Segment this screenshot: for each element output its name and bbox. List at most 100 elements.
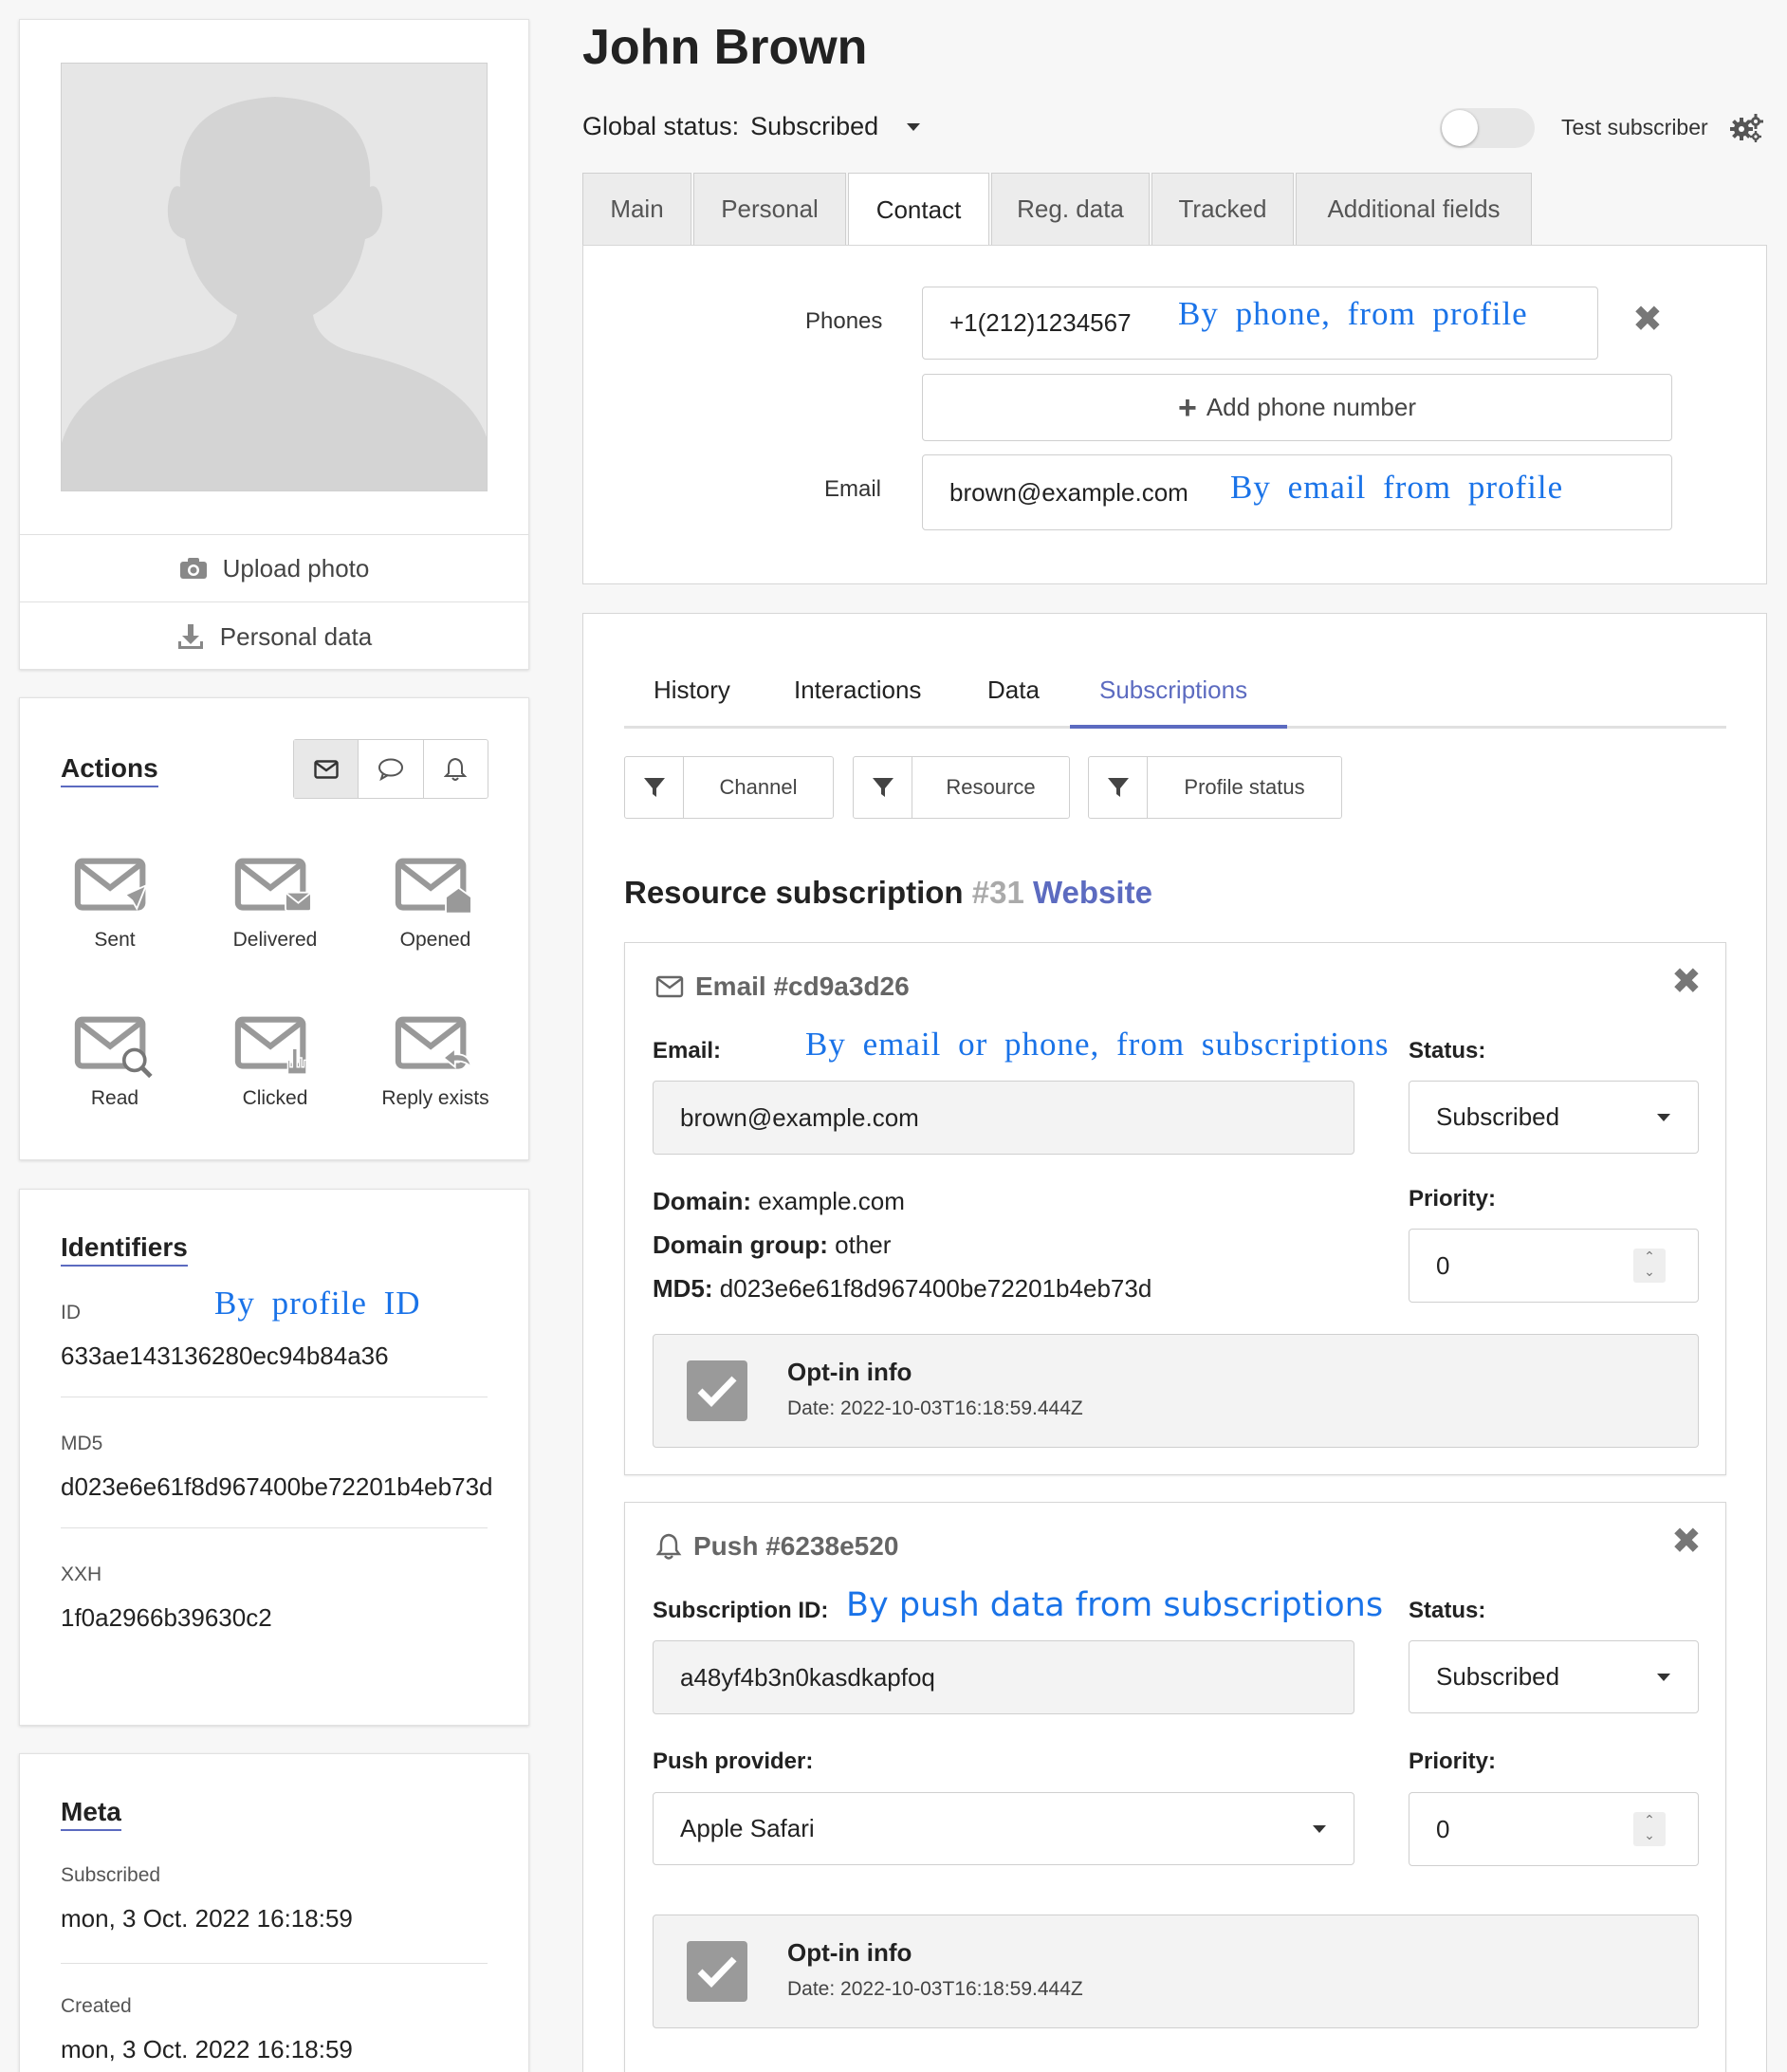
actions-card: Actions Sent Delivered Opened Read Clicked Re… <box>19 697 529 1160</box>
push-sub-id-input[interactable]: a48yf4b3n0kasdkapfoq <box>653 1640 1354 1714</box>
action-label: Sent <box>94 929 136 951</box>
channel-email-button[interactable] <box>294 740 359 798</box>
filter-icon <box>872 778 894 797</box>
tab-additional-fields[interactable]: Additional fields <box>1296 173 1532 245</box>
push-sub-status-select[interactable]: Subscribed <box>1409 1640 1699 1713</box>
domain-label: Domain: <box>653 1187 751 1215</box>
plus-icon: + <box>1177 389 1197 426</box>
email-sub-priority-value: 0 <box>1436 1250 1450 1280</box>
push-provider-select[interactable]: Apple Safari <box>653 1792 1354 1865</box>
actions-title: Actions <box>61 753 158 787</box>
profile-id-annotation: By profile ID <box>214 1285 421 1322</box>
email-label: Email <box>824 476 882 502</box>
action-label: Clicked <box>242 1087 308 1109</box>
settings-gears-icon[interactable] <box>1728 112 1764 149</box>
push-sub-status-label: Status: <box>1409 1598 1486 1623</box>
filter-channel[interactable]: Channel <box>624 756 834 819</box>
action-delivered[interactable]: Delivered <box>218 858 332 952</box>
add-phone-button[interactable]: + Add phone number <box>922 374 1672 441</box>
channel-chat-button[interactable] <box>359 740 424 798</box>
tab-personal[interactable]: Personal <box>693 173 846 245</box>
tab-tracked[interactable]: Tracked <box>1151 173 1294 245</box>
global-status-label: Global status: <box>582 112 740 140</box>
subtab-subscriptions[interactable]: Subscriptions <box>1099 675 1247 705</box>
personal-data-button[interactable]: Personal data <box>20 602 528 671</box>
action-sent[interactable]: Sent <box>58 858 172 952</box>
subtab-interactions[interactable]: Interactions <box>794 675 921 705</box>
remove-push-sub-icon[interactable]: ✖ <box>1671 1524 1702 1560</box>
envelope-icon <box>313 759 339 779</box>
md5-value: d023e6e61f8d967400be72201b4eb73d <box>61 1472 493 1501</box>
action-opened[interactable]: Opened <box>378 858 492 952</box>
email-subscription-card: Email #cd9a3d26 ✖ Email: By email or pho… <box>624 942 1726 1475</box>
chat-bubble-icon <box>378 758 403 781</box>
action-label: Opened <box>399 929 471 951</box>
avatar <box>61 63 488 491</box>
action-label: Delivered <box>232 929 318 951</box>
optin-date: Date: 2022-10-03T16:18:59.444Z <box>787 1978 1083 2000</box>
remove-phone-icon[interactable]: ✖ <box>1632 302 1663 338</box>
md5-value: d023e6e61f8d967400be72201b4eb73d <box>719 1274 1152 1303</box>
caret-down-icon <box>907 122 921 131</box>
tab-main[interactable]: Main <box>582 173 691 245</box>
action-reply-exists[interactable]: Reply exists <box>378 1016 492 1110</box>
id-value: 633ae143136280ec94b84a36 <box>61 1341 389 1370</box>
push-sub-status-value: Subscribed <box>1436 1662 1560 1691</box>
push-sub-header: Push #6238e520 <box>655 1531 898 1562</box>
filter-icon <box>1107 778 1129 797</box>
optin-title: Opt-in info <box>787 1358 912 1386</box>
email-sub-status-value: Subscribed <box>1436 1102 1560 1131</box>
optin-title: Opt-in info <box>787 1938 912 1967</box>
optin-checkbox[interactable] <box>687 1360 747 1421</box>
test-subscriber-toggle[interactable] <box>1440 108 1535 148</box>
envelope-icon <box>655 975 684 998</box>
priority-spinner-icon[interactable]: ⌃ ⌄ <box>1633 1812 1666 1846</box>
tab-reg-data[interactable]: Reg. data <box>991 173 1150 245</box>
test-subscriber-label: Test subscriber <box>1561 115 1708 139</box>
subtab-data[interactable]: Data <box>987 675 1040 705</box>
phones-label: Phones <box>805 308 883 334</box>
checkmark-icon <box>697 1956 737 1989</box>
email-sub-status-select[interactable]: Subscribed <box>1409 1081 1699 1154</box>
email-sub-optin: Opt-in info Date: 2022-10-03T16:18:59.44… <box>653 1334 1699 1448</box>
resource-id: #31 <box>971 875 1024 910</box>
bell-icon <box>655 1533 682 1560</box>
photo-card: Upload photo Personal data <box>19 19 529 670</box>
caret-down-icon <box>1313 1825 1326 1833</box>
filter-resource[interactable]: Resource <box>853 756 1070 819</box>
subtab-history[interactable]: History <box>654 675 730 705</box>
email-sub-header: Email #cd9a3d26 <box>655 971 910 1002</box>
push-sub-annotation: By push data from subscriptions <box>846 1586 1384 1624</box>
download-icon <box>177 624 203 649</box>
tab-contact[interactable]: Contact <box>848 173 989 247</box>
subtab-active-underline <box>1070 725 1287 729</box>
optin-checkbox[interactable] <box>687 1941 747 2002</box>
channel-push-button[interactable] <box>424 740 488 798</box>
identifiers-card: Identifiers ID By profile ID 633ae143136… <box>19 1189 529 1726</box>
xxh-label: XXH <box>61 1563 102 1585</box>
envelope-read-icon <box>74 1016 153 1079</box>
phone-annotation: By phone, from profile <box>1178 295 1528 332</box>
resource-title: Resource subscription <box>624 875 964 910</box>
resource-name[interactable]: Website <box>1033 875 1152 910</box>
push-subscription-card: Push #6238e520 ✖ Subscription ID: By pus… <box>624 1502 1726 2072</box>
email-sub-email-value: brown@example.com <box>680 1102 919 1132</box>
action-label: Reply exists <box>381 1087 489 1109</box>
email-sub-domain: Domain: example.com <box>653 1187 905 1216</box>
filter-icon <box>643 778 665 797</box>
filter-profile-status[interactable]: Profile status <box>1088 756 1342 819</box>
subscribed-value: mon, 3 Oct. 2022 16:18:59 <box>61 1904 353 1933</box>
global-status[interactable]: Global status: Subscribed <box>582 112 921 141</box>
email-sub-email-input[interactable]: brown@example.com <box>653 1081 1354 1155</box>
created-label: Created <box>61 1995 132 2017</box>
priority-spinner-icon[interactable]: ⌃ ⌄ <box>1633 1249 1666 1283</box>
envelope-reply-icon <box>395 1016 473 1070</box>
meta-card: Meta Subscribed mon, 3 Oct. 2022 16:18:5… <box>19 1753 529 2072</box>
push-sub-priority-value: 0 <box>1436 1814 1450 1843</box>
action-read[interactable]: Read <box>58 1016 172 1110</box>
channel-switch <box>293 739 488 799</box>
email-sub-annotation: By email or phone, from subscriptions <box>805 1026 1390 1063</box>
upload-photo-button[interactable]: Upload photo <box>20 535 528 601</box>
remove-email-sub-icon[interactable]: ✖ <box>1671 964 1702 1000</box>
action-clicked[interactable]: Clicked <box>218 1016 332 1110</box>
